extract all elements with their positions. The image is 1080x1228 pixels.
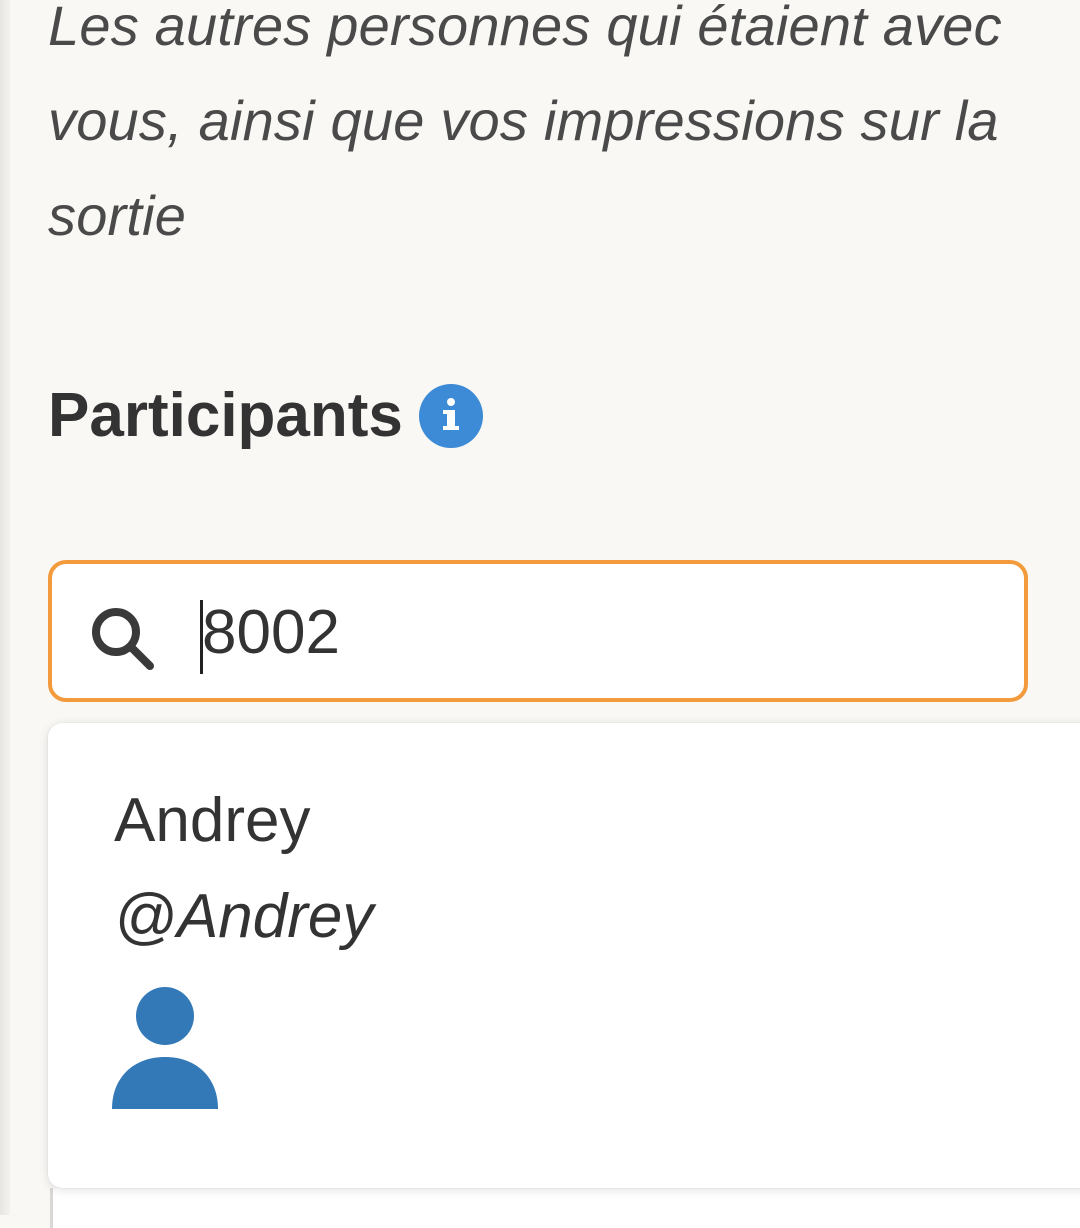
result-handle: @Andrey <box>114 882 374 951</box>
result-item-andrey[interactable]: Andrey @Andrey <box>48 723 1080 1188</box>
search-results-dropdown: Andrey @Andrey <box>48 723 1080 1188</box>
search-icon <box>88 604 160 676</box>
participant-search-input[interactable] <box>194 586 1002 678</box>
participants-label: Participants <box>48 381 403 450</box>
info-icon[interactable] <box>418 384 483 448</box>
participant-search-box[interactable] <box>48 560 1028 702</box>
text-caret <box>200 600 203 674</box>
result-name: Andrey <box>114 786 311 855</box>
user-silhouette-icon <box>112 987 220 1111</box>
dropdown-lower-edge <box>50 1188 1080 1228</box>
participants-helper-text: Les autres personnes qui étaient avec vo… <box>48 0 1002 247</box>
participants-heading: Participants <box>48 378 483 454</box>
page-left-edge <box>0 0 10 1215</box>
